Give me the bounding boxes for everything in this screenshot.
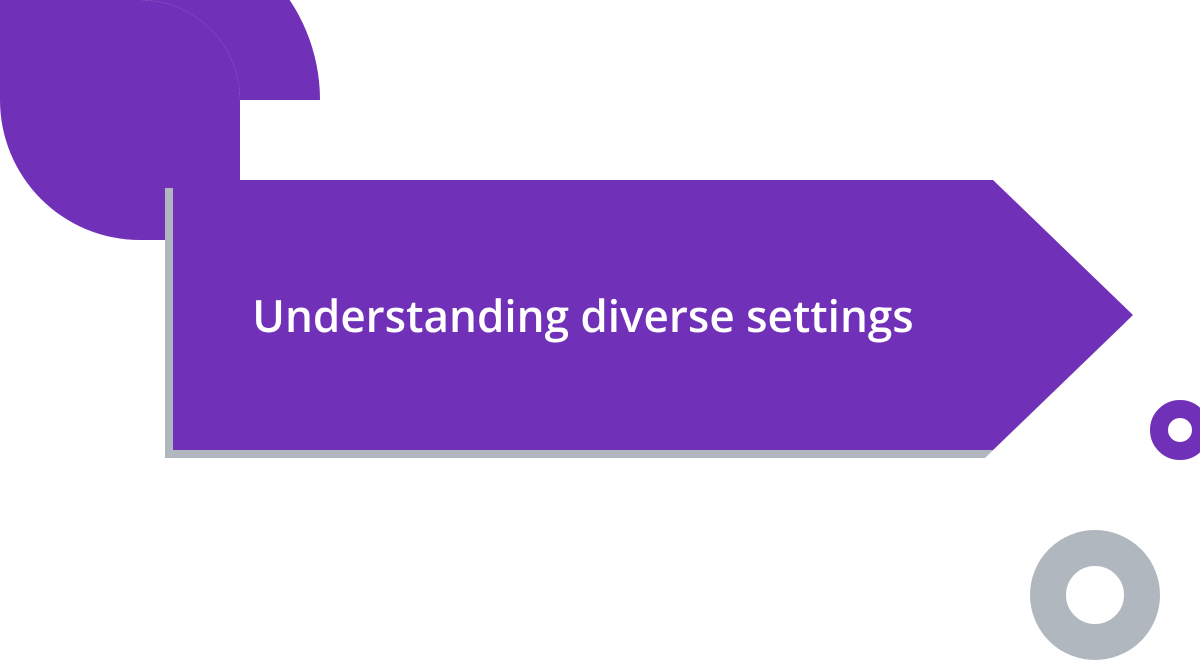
ring-small-decoration <box>1150 400 1200 460</box>
title-banner: Understanding diverse settings <box>165 180 1125 450</box>
banner-title-container: Understanding diverse settings <box>173 180 993 450</box>
banner-title: Understanding diverse settings <box>252 285 913 345</box>
ring-large-decoration <box>1030 530 1160 660</box>
